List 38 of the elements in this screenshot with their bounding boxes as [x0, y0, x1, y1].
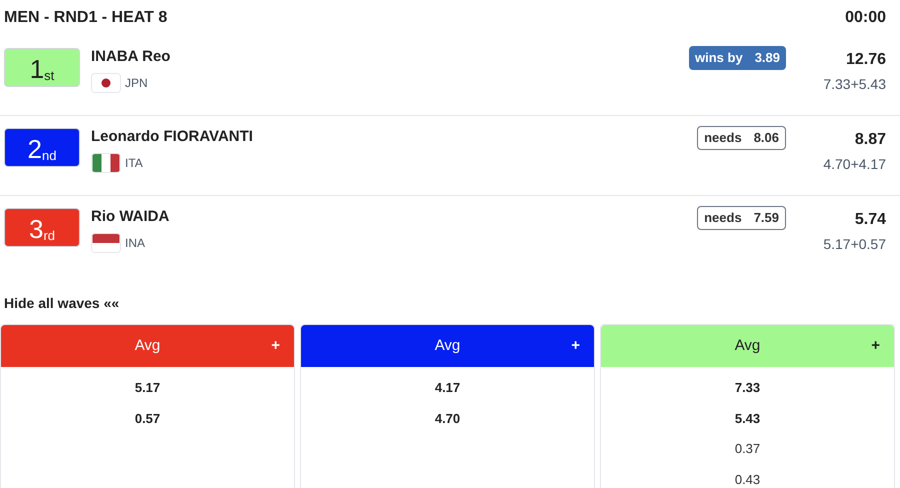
- country-code: INA: [125, 234, 146, 252]
- score-badge: needs 8.06: [697, 126, 786, 150]
- column-header: Avg +: [1, 325, 294, 367]
- total-score: 8.87: [854, 130, 886, 150]
- score-breakdown: 7.33+5.43: [823, 75, 886, 94]
- wave-score: 4.17: [434, 379, 460, 397]
- rank-badge: 1st: [4, 48, 80, 87]
- wave-score: 0.43: [734, 470, 760, 488]
- rank-badge: 3rd: [4, 208, 80, 247]
- total-score: 12.76: [846, 50, 886, 70]
- total-score: 5.74: [854, 210, 886, 230]
- rank-badge: 2nd: [4, 128, 80, 167]
- heat-clock: 00:00: [845, 8, 886, 28]
- wave-score: 5.17: [134, 379, 160, 397]
- score-breakdown: 4.70+4.17: [823, 155, 886, 174]
- expand-button[interactable]: +: [871, 334, 880, 358]
- country-code: JPN: [125, 74, 148, 92]
- expand-button[interactable]: +: [271, 334, 280, 358]
- wave-score: 7.33: [734, 379, 760, 397]
- country-code: ITA: [125, 154, 143, 172]
- score-badge: wins by 3.89: [689, 46, 786, 70]
- expand-button[interactable]: +: [571, 334, 580, 358]
- score-badge: needs 7.59: [697, 206, 786, 230]
- column-header: Avg +: [301, 325, 594, 367]
- hide-waves-link[interactable]: Hide all waves ««: [4, 293, 120, 314]
- flag-icon: [91, 72, 121, 93]
- flag-icon: [91, 152, 121, 173]
- athlete-name: INABA Reo: [91, 48, 170, 67]
- wave-score: 0.57: [134, 410, 160, 428]
- athlete-name: Leonardo FIORAVANTI: [91, 128, 253, 147]
- score-breakdown: 5.17+0.57: [823, 235, 886, 254]
- wave-score: 5.43: [734, 410, 760, 428]
- heat-title: MEN - RND1 - HEAT 8: [4, 8, 168, 28]
- wave-score: 4.70: [434, 410, 460, 428]
- column-header: Avg +: [601, 325, 894, 367]
- flag-icon: [91, 232, 121, 253]
- athlete-name: Rio WAIDA: [91, 208, 170, 227]
- wave-score: 0.37: [734, 440, 760, 458]
